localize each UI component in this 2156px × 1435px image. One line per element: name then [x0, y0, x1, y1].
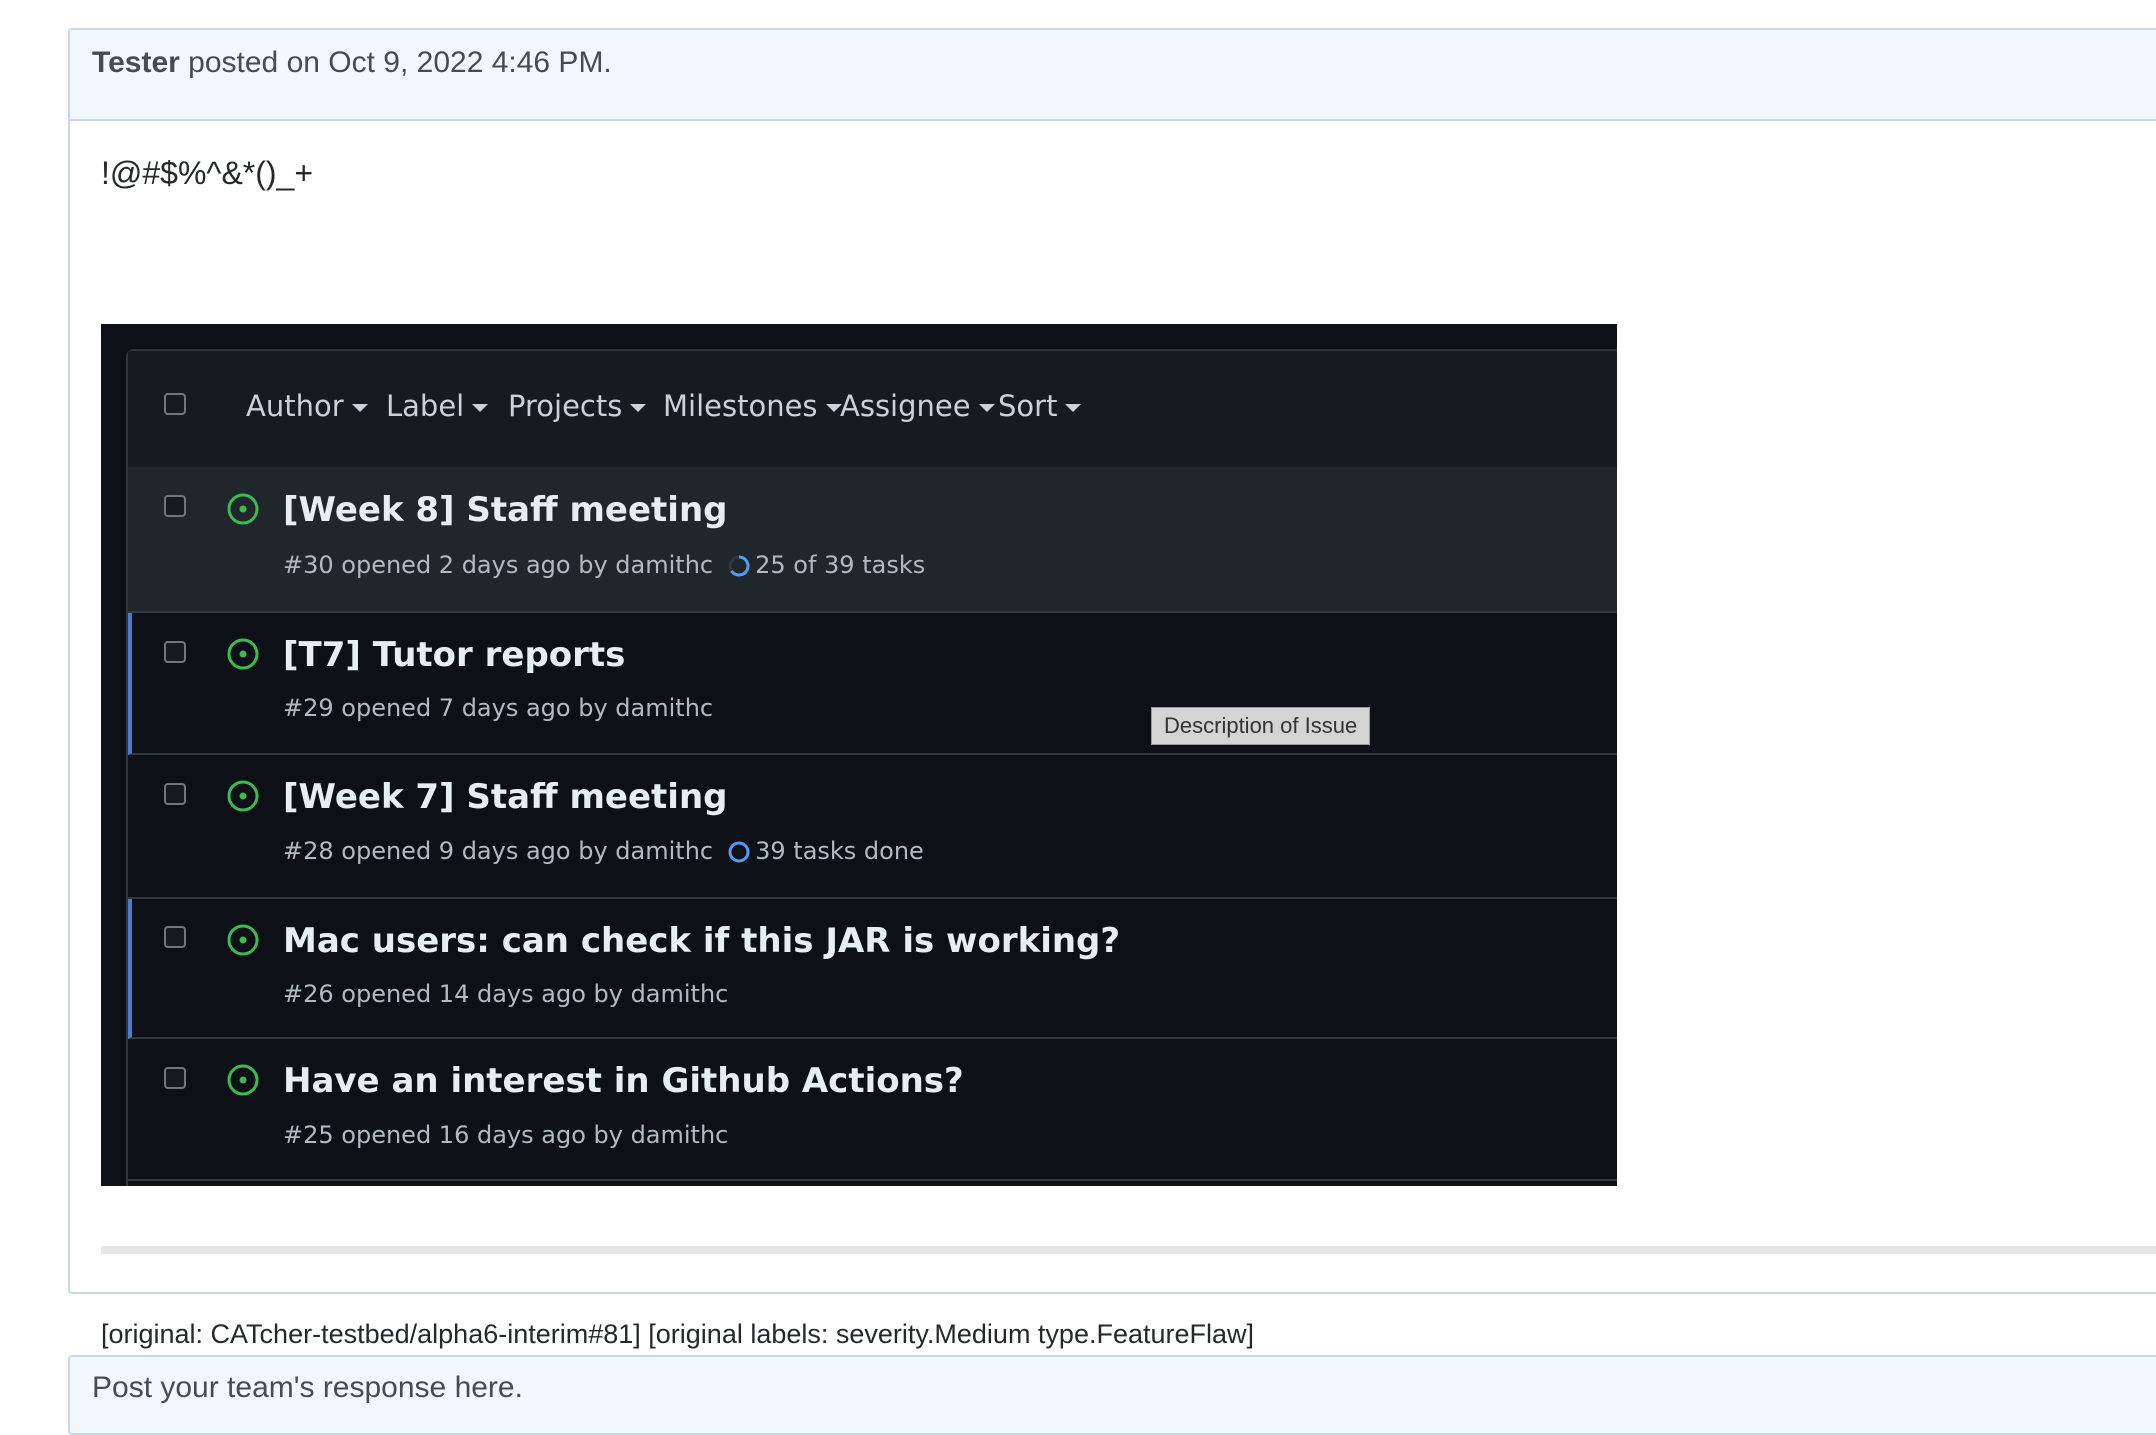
- filter-sort: Sort: [998, 389, 1082, 423]
- issue-title: [T7] Tutor reports: [283, 635, 626, 675]
- issue-open-icon: [227, 924, 259, 956]
- filter-milestones: Milestones: [663, 389, 842, 423]
- issue-list: Author Label Projects Milestones Assigne…: [126, 349, 1617, 1186]
- issue-title: [Week 7] Staff meeting: [283, 777, 728, 817]
- caret-down-icon: [351, 404, 368, 412]
- issue-checkbox: [164, 926, 186, 948]
- comment-text: !@#$%^&*()_+: [101, 155, 314, 191]
- comment-posted-date: posted on Oct 9, 2022 4:46 PM.: [179, 46, 612, 79]
- issue-row: Mac users: can check if this JAR is work…: [128, 899, 1617, 1039]
- issue-title: Mac users: can check if this JAR is work…: [283, 921, 1121, 961]
- issue-meta: #29 opened 7 days ago by damithc: [283, 694, 714, 722]
- issue-open-icon: [227, 493, 259, 525]
- caret-down-icon: [1065, 404, 1082, 412]
- issue-open-icon: [227, 638, 259, 670]
- issue-meta: #26 opened 14 days ago by damithc: [283, 980, 729, 1008]
- progress-ring-icon: [728, 555, 750, 577]
- issue-checkbox: [164, 1067, 186, 1089]
- issue-checkbox: [164, 641, 186, 663]
- filter-assignee: Assignee: [840, 389, 995, 423]
- filter-projects: Projects: [508, 389, 647, 423]
- complete-ring-icon: [728, 841, 750, 863]
- issue-row: [T7] Tutor reports #29 opened 7 days ago…: [128, 613, 1617, 755]
- issue-title: Have an interest in Github Actions?: [283, 1061, 964, 1101]
- image-tooltip: Description of Issue: [1151, 707, 1371, 745]
- comment-header: Tester posted on Oct 9, 2022 4:46 PM.: [70, 30, 2156, 121]
- issue-title: [Week 8] Staff meeting: [283, 490, 728, 530]
- issue-comment: Tester posted on Oct 9, 2022 4:46 PM. !@…: [68, 28, 2156, 1349]
- issue-open-icon: [227, 1064, 259, 1096]
- issue-list-header: Author Label Projects Milestones Assigne…: [128, 351, 1617, 469]
- issue-meta: #28 opened 9 days ago by damithc 39 tasks…: [283, 837, 924, 865]
- issue-row: Have an interest in Github Actions? #25 …: [128, 1039, 1617, 1181]
- issue-meta: #25 opened 16 days ago by damithc: [283, 1121, 729, 1149]
- comment-author: Tester: [92, 46, 180, 79]
- filter-author: Author: [246, 389, 368, 423]
- task-progress: 39 tasks done: [755, 837, 924, 865]
- issue-meta: #30 opened 2 days ago by damithc 25 of 39…: [283, 551, 926, 579]
- issue-checkbox: [164, 783, 186, 805]
- horizontal-divider: [101, 1246, 2156, 1254]
- select-all-checkbox: [164, 393, 186, 415]
- caret-down-icon: [472, 404, 489, 412]
- embedded-screenshot: Author Label Projects Milestones Assigne…: [101, 324, 1617, 1186]
- caret-down-icon: [978, 404, 995, 412]
- filter-label: Label: [386, 389, 489, 423]
- original-reference: [original: CATcher-testbed/alpha6-interi…: [101, 1319, 1255, 1349]
- response-input[interactable]: Post your team's response here.: [68, 1355, 2156, 1435]
- issue-checkbox: [164, 495, 186, 517]
- issue-open-icon: [227, 780, 259, 812]
- issue-row: [Week 8] Staff meeting #30 opened 2 days…: [128, 467, 1617, 613]
- caret-down-icon: [630, 404, 647, 412]
- task-progress: 25 of 39 tasks: [755, 551, 926, 579]
- issue-row: [Week 7] Staff meeting #28 opened 9 days…: [128, 755, 1617, 899]
